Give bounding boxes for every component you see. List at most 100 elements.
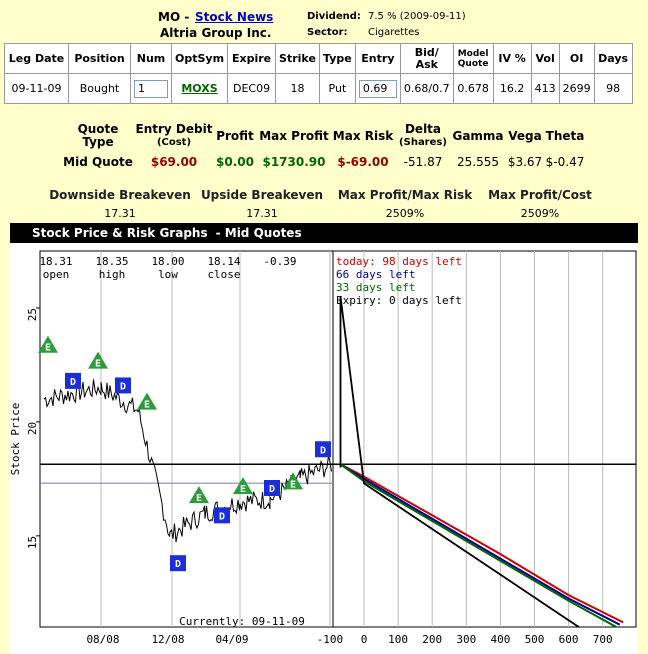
y-tick-label: 15 [26,536,39,549]
dividend-marker-label: D [219,511,225,522]
delta-label: Delta [404,122,442,136]
x-day-label: 300 [456,633,476,646]
entry-debit-label: Entry Debit [135,122,213,136]
x-day-label: -100 [317,633,344,646]
max-profit-max-risk-label: Max Profit/Max Risk [337,188,473,202]
quote-stat-value: 18.35 [95,255,128,268]
quote-stat-label: open [43,268,70,281]
company-name: Altria Group Inc. [160,26,272,40]
dividend-marker-label: D [175,559,181,570]
entry-input[interactable]: 0.69 [358,79,397,98]
x-day-label: 600 [559,633,579,646]
header: MO - Stock News Altria Group Inc. Divide… [0,8,648,42]
y-axis-label: Stock Price [10,403,22,476]
earnings-marker-label: E [196,493,202,504]
col-strike: Strike [275,43,320,74]
x-day-label: 700 [593,633,613,646]
risk-graph-svg: 25 20 15 Stock Price E D E D E D E D E D E D 18.31open 18… [10,250,637,646]
graph-title: Stock Price & Risk Graphs [32,226,208,240]
max-profit-max-risk-value: 2509% [385,207,425,220]
stock-symbol: MO - [158,10,190,24]
earnings-marker-label: E [290,479,296,490]
col-oi: OI [558,43,595,74]
expire: DEC09 [227,73,277,104]
earnings-marker-label: E [144,400,150,411]
quote-stat-value: 18.14 [207,255,240,268]
model-quote: 0.678 [452,73,494,104]
legend-item: 66 days left [336,268,415,281]
x-date-label: 08/08 [86,633,119,646]
quote-stat-label: close [207,268,240,281]
risk-graph-panel: Stock Price & Risk Graphs - Mid Quotes 25… [10,223,638,654]
quote-stat-value: 18.00 [151,255,184,268]
position: Bought [68,73,131,104]
quote-stat-value: -0.39 [263,255,296,268]
profit-label: Profit [216,129,254,143]
dividend-marker-label: D [120,381,126,392]
gamma-value: 25.555 [457,155,499,169]
iv: 16.2 [492,73,532,104]
entry-debit-header: Entry Debit (Cost) [134,123,214,149]
y-tick-label: 20 [26,422,39,435]
dividend-marker-label: D [269,484,275,495]
type: Put [318,73,356,104]
col-entry: Entry [354,43,401,74]
strike: 18 [275,73,320,104]
sector-value: Cigarettes [368,27,420,38]
col-vol: Vol [530,43,560,74]
stock-news-link[interactable]: Stock News [195,10,273,24]
optsym-link[interactable]: MOXS [181,82,217,95]
downside-breakeven-value: 17.31 [104,207,136,220]
col-optsym: OptSym [170,43,229,74]
col-bid-ask: Bid/ Ask [399,43,454,74]
col-position: Position [68,43,131,74]
gamma-label: Gamma [452,129,504,143]
x-date-label: 12/08 [151,633,184,646]
max-risk-label: Max Risk [332,129,394,143]
quote-stat-value: 18.31 [39,255,72,268]
graph-title-bar: Stock Price & Risk Graphs - Mid Quotes [10,223,638,243]
dividend-marker-label: D [320,445,326,456]
sector-label: Sector: [307,27,348,38]
legs-header-row: Leg Date Position Num OptSym Expire Stri… [4,43,633,74]
downside-breakeven-label: Downside Breakeven [49,188,191,202]
x-day-label: 500 [525,633,545,646]
entry-debit-sub: (Cost) [156,137,192,148]
x-day-label: 0 [361,633,368,646]
col-days: Days [593,43,633,74]
col-type: Type [318,43,356,74]
dividend-label: Dividend: [307,11,361,22]
x-date-label: 04/09 [215,633,248,646]
legs-table: Leg Date Position Num OptSym Expire Stri… [4,43,633,104]
earnings-marker-label: E [95,359,101,370]
col-num: Num [130,43,172,74]
graph-subtitle: - Mid Quotes [215,226,302,240]
leg-date: 09-11-09 [4,73,69,104]
num-input[interactable]: 1 [134,79,168,98]
delta-sub: (Shares) [399,137,447,148]
entry-debit-value: $69.00 [150,155,198,169]
upside-breakeven-value: 17.31 [246,207,278,220]
optsym-cell: MOXS [170,73,229,104]
vega-label: Vega [508,129,542,143]
max-profit-cost-label: Max Profit/Cost [488,188,592,202]
max-profit-value: $1730.90 [262,155,326,169]
legend-item: 33 days left [336,281,415,294]
days: 98 [593,73,633,104]
delta-header: Delta (Shares) [394,123,452,149]
mid-quote-label: Mid Quote [63,155,133,169]
legend-item: Expiry: 0 days left [336,294,462,307]
max-profit-label: Max Profit [259,129,329,143]
quote-stat-label: high [99,268,126,281]
col-model-quote: Model Quote [452,43,494,74]
col-expire: Expire [227,43,277,74]
x-day-label: 400 [490,633,510,646]
dividend-value: 7.5 % (2009-09-11) [368,11,466,22]
upside-breakeven-label: Upside Breakeven [200,188,324,202]
quote-type-label: Quote Type [77,122,119,149]
legend-item: today: 98 days left [336,255,462,268]
vega-value: $3.67 [507,155,543,169]
earnings-marker-label: E [45,343,51,354]
quote-stat-label: low [158,268,178,281]
theta-label: Theta [545,129,585,143]
